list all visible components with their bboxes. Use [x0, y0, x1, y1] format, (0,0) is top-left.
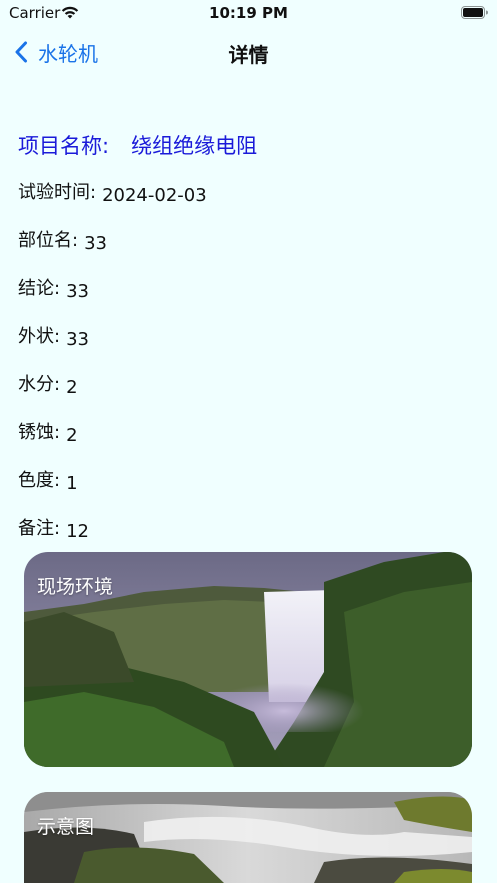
field-value: 2 [66, 425, 78, 446]
field-value: 1 [66, 473, 78, 494]
project-name-label: 项目名称: [18, 134, 110, 158]
field-label: 备注: [18, 518, 61, 539]
field-value: 33 [66, 329, 89, 350]
field-value: 2024-02-03 [102, 185, 207, 206]
project-name-row: 项目名称: 绕组绝缘电阻 [18, 130, 257, 160]
field-value: 2 [66, 377, 78, 398]
field-value: 33 [84, 233, 107, 254]
status-time: 10:19 PM [209, 4, 288, 22]
field-row-part-name: 部位名: 33 [18, 226, 107, 254]
field-label: 试验时间: [18, 182, 97, 203]
field-label: 锈蚀: [18, 422, 61, 443]
navigation-bar: 水轮机 详情 [0, 30, 497, 74]
site-environment-label: 现场环境 [37, 576, 114, 598]
field-value: 12 [66, 521, 89, 542]
field-label: 外状: [18, 326, 61, 347]
field-row-test-time: 试验时间: 2024-02-03 [18, 178, 207, 206]
field-label: 部位名: [18, 230, 79, 251]
field-value: 33 [66, 281, 89, 302]
field-row-corrosion: 锈蚀: 2 [18, 418, 78, 446]
field-label: 水分: [18, 374, 61, 395]
project-name-value: 绕组绝缘电阻 [131, 134, 258, 158]
diagram-label: 示意图 [37, 816, 95, 838]
field-row-remarks: 备注: 12 [18, 514, 89, 542]
field-label: 色度: [18, 470, 61, 491]
diagram-card[interactable]: 示意图 [24, 792, 472, 883]
field-label: 结论: [18, 278, 61, 299]
status-bar: Carrier 10:19 PM [0, 0, 497, 26]
field-row-appearance: 外状: 33 [18, 322, 89, 350]
site-environment-card[interactable]: 现场环境 [24, 552, 472, 767]
field-row-conclusion: 结论: 33 [18, 274, 89, 302]
field-row-color: 色度: 1 [18, 466, 78, 494]
battery-icon [461, 6, 488, 19]
field-row-moisture: 水分: 2 [18, 370, 78, 398]
page-title: 详情 [228, 43, 269, 67]
